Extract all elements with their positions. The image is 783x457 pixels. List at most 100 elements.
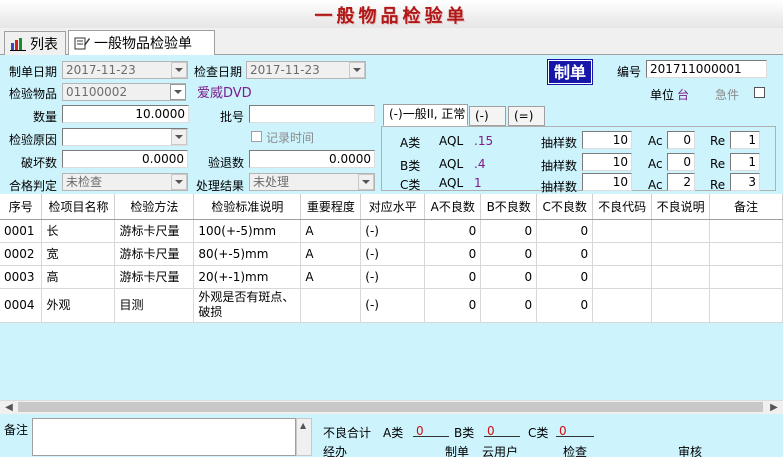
aql-a-ac-field[interactable]: 0 xyxy=(667,131,695,149)
cell-method[interactable]: 游标卡尺量 xyxy=(114,242,195,266)
cell-defect-code[interactable] xyxy=(592,219,653,243)
cell-level[interactable]: (-) xyxy=(360,242,426,266)
aql-a-re-field[interactable]: 1 xyxy=(730,131,760,149)
cell-remark[interactable] xyxy=(709,288,783,323)
cell-standard[interactable]: 100(+-5)mm xyxy=(193,219,302,243)
cell-standard[interactable]: 80(+-5)mm xyxy=(193,242,302,266)
cell-c-defects[interactable]: 0 xyxy=(536,242,594,266)
scroll-left-icon[interactable]: ◀ xyxy=(1,400,17,414)
cell-defect-code[interactable] xyxy=(592,265,653,289)
make-date-field[interactable]: 2017-11-23 xyxy=(62,61,188,79)
cell-b-defects[interactable]: 0 xyxy=(480,265,538,289)
make-date-dropdown[interactable] xyxy=(171,62,187,78)
cell-defect-desc[interactable] xyxy=(651,219,711,243)
cell-a-defects[interactable]: 0 xyxy=(424,219,482,243)
table-row[interactable]: 0003 高 游标卡尺量 20(+-1)mm A (-) 0 0 0 xyxy=(0,265,783,289)
cell-a-defects[interactable]: 0 xyxy=(424,265,482,289)
scroll-right-icon[interactable]: ▶ xyxy=(766,400,782,414)
aql-b-sample-field[interactable]: 10 xyxy=(582,153,632,171)
cell-b-defects[interactable]: 0 xyxy=(480,242,538,266)
tab-inspection-form[interactable]: 一般物品检验单 xyxy=(68,30,215,55)
reason-dropdown[interactable] xyxy=(171,129,187,145)
number-field[interactable]: 201711000001 xyxy=(646,60,767,78)
col-header-standard[interactable]: 检验标准说明 xyxy=(193,194,302,220)
col-header-a-defects[interactable]: A不良数 xyxy=(424,194,482,220)
cell-standard[interactable]: 外观是否有斑点、破损 xyxy=(193,288,302,323)
item-lookup-button[interactable] xyxy=(170,84,186,100)
cell-level[interactable]: (-) xyxy=(360,219,426,243)
cell-b-defects[interactable]: 0 xyxy=(480,219,538,243)
cell-method[interactable]: 目测 xyxy=(114,288,195,323)
memo-textarea[interactable] xyxy=(32,418,296,456)
damaged-field[interactable]: 0.0000 xyxy=(62,150,188,168)
cell-seq[interactable]: 0002 xyxy=(0,242,43,266)
qty-field[interactable]: 10.0000 xyxy=(62,105,189,123)
cell-a-defects[interactable]: 0 xyxy=(424,288,482,323)
record-time-checkbox[interactable] xyxy=(251,131,262,142)
cell-item-name[interactable]: 外观 xyxy=(41,288,116,323)
cell-b-defects[interactable]: 0 xyxy=(480,288,538,323)
scroll-up-icon[interactable]: ▲ xyxy=(300,421,306,430)
cell-standard[interactable]: 20(+-1)mm xyxy=(193,265,302,289)
aql-tab-equal[interactable]: (=) xyxy=(508,106,545,126)
cell-item-name[interactable]: 高 xyxy=(41,265,116,289)
cell-importance[interactable]: A xyxy=(300,265,362,289)
cell-method[interactable]: 游标卡尺量 xyxy=(114,219,195,243)
col-header-method[interactable]: 检验方法 xyxy=(114,194,195,220)
aql-tab-general-normal[interactable]: (-)一般II, 正常 xyxy=(383,104,468,126)
cell-defect-desc[interactable] xyxy=(651,288,711,323)
reason-field[interactable] xyxy=(62,128,188,146)
cell-level[interactable]: (-) xyxy=(360,288,426,323)
cell-seq[interactable]: 0004 xyxy=(0,288,43,323)
aql-tab-minus[interactable]: (-) xyxy=(469,106,506,126)
cell-remark[interactable] xyxy=(709,242,783,266)
cell-c-defects[interactable]: 0 xyxy=(536,219,594,243)
judgement-dropdown[interactable] xyxy=(171,174,187,190)
horizontal-scroll-thumb[interactable] xyxy=(18,402,763,412)
returned-field[interactable]: 0.0000 xyxy=(249,150,375,168)
cell-defect-code[interactable] xyxy=(592,288,653,323)
aql-b-ac-field[interactable]: 0 xyxy=(667,153,695,171)
table-row[interactable]: 0002 宽 游标卡尺量 80(+-5)mm A (-) 0 0 0 xyxy=(0,242,783,266)
cell-remark[interactable] xyxy=(709,265,783,289)
cell-defect-desc[interactable] xyxy=(651,242,711,266)
result-field[interactable]: 未处理 xyxy=(249,173,375,191)
col-header-defect-desc[interactable]: 不良说明 xyxy=(651,194,711,220)
result-dropdown[interactable] xyxy=(358,174,374,190)
cell-importance[interactable] xyxy=(300,288,362,323)
col-header-remark[interactable]: 备注 xyxy=(709,194,783,220)
check-date-field[interactable]: 2017-11-23 xyxy=(246,61,366,79)
aql-c-re-field[interactable]: 3 xyxy=(730,173,760,191)
cell-defect-code[interactable] xyxy=(592,242,653,266)
tab-list[interactable]: 列表 xyxy=(4,31,66,55)
urgent-checkbox[interactable] xyxy=(754,87,765,98)
table-row[interactable]: 0004 外观 目测 外观是否有斑点、破损 (-) 0 0 0 xyxy=(0,288,783,323)
cell-defect-desc[interactable] xyxy=(651,265,711,289)
cell-item-name[interactable]: 长 xyxy=(41,219,116,243)
cell-c-defects[interactable]: 0 xyxy=(536,288,594,323)
cell-item-name[interactable]: 宽 xyxy=(41,242,116,266)
cell-method[interactable]: 游标卡尺量 xyxy=(114,265,195,289)
col-header-item-name[interactable]: 检项目名称 xyxy=(41,194,116,220)
aql-c-sample-field[interactable]: 10 xyxy=(582,173,632,191)
cell-seq[interactable]: 0001 xyxy=(0,219,43,243)
aql-c-ac-field[interactable]: 2 xyxy=(667,173,695,191)
col-header-importance[interactable]: 重要程度 xyxy=(300,194,362,220)
judgement-field[interactable]: 未检查 xyxy=(62,173,188,191)
cell-a-defects[interactable]: 0 xyxy=(424,242,482,266)
col-header-b-defects[interactable]: B不良数 xyxy=(480,194,538,220)
item-code-field[interactable]: 01100002 xyxy=(62,83,186,101)
check-date-dropdown[interactable] xyxy=(349,62,365,78)
cell-importance[interactable]: A xyxy=(300,242,362,266)
cell-level[interactable]: (-) xyxy=(360,265,426,289)
col-header-level[interactable]: 对应水平 xyxy=(360,194,426,220)
cell-importance[interactable]: A xyxy=(300,219,362,243)
batch-field[interactable] xyxy=(249,105,375,123)
col-header-defect-code[interactable]: 不良代码 xyxy=(592,194,653,220)
memo-vertical-scrollbar[interactable]: ▲ xyxy=(296,418,312,456)
col-header-c-defects[interactable]: C不良数 xyxy=(536,194,594,220)
aql-a-sample-field[interactable]: 10 xyxy=(582,131,632,149)
table-row[interactable]: 0001 长 游标卡尺量 100(+-5)mm A (-) 0 0 0 xyxy=(0,219,783,243)
aql-b-re-field[interactable]: 1 xyxy=(730,153,760,171)
cell-seq[interactable]: 0003 xyxy=(0,265,43,289)
